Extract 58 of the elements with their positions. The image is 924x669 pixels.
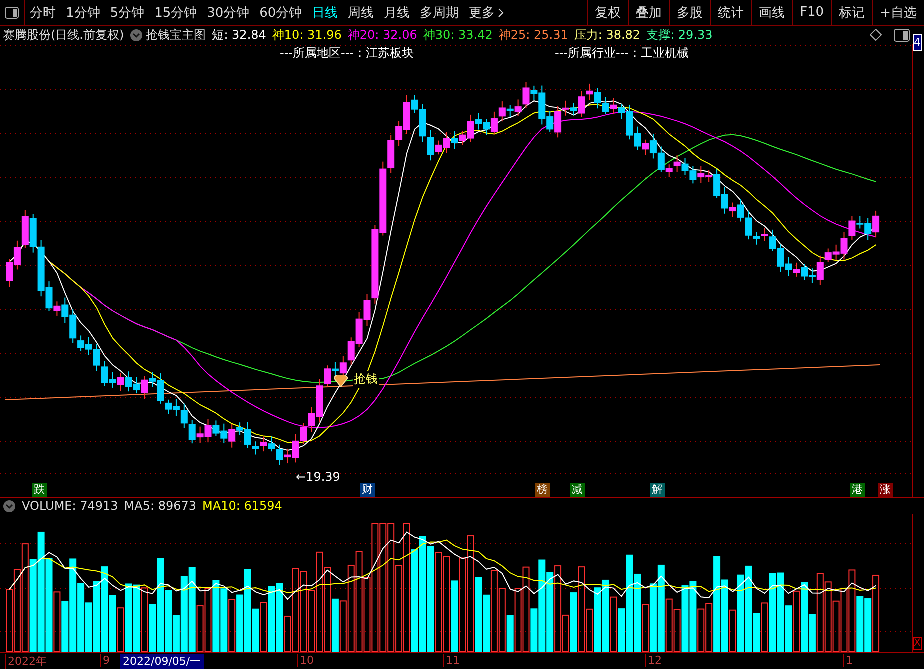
dropdown-icon[interactable]: [3, 500, 16, 512]
period-tab[interactable]: 分时: [25, 0, 61, 25]
date-label: 12: [645, 654, 662, 667]
period-tab[interactable]: 15分钟: [150, 0, 202, 25]
period-tab[interactable]: 5分钟: [105, 0, 150, 25]
dropdown-icon[interactable]: [130, 28, 144, 42]
indicator-value: 神20: 32.06: [348, 26, 418, 44]
toolbar-button[interactable]: 画线: [751, 0, 792, 25]
volume-label: VOLUME: 74913: [22, 499, 118, 513]
indicator-value: 压力: 38.82: [574, 26, 641, 44]
toolbar-button[interactable]: 标记: [831, 0, 872, 25]
event-tag[interactable]: 港: [850, 483, 865, 497]
date-label: 2022年: [5, 654, 47, 669]
event-tag[interactable]: 财: [360, 483, 375, 497]
diamond-icon: [334, 375, 348, 387]
date-label: 11: [443, 654, 460, 667]
indicator-name: 抢钱宝主图: [146, 26, 206, 44]
period-tab[interactable]: 日线: [307, 0, 344, 25]
region-label: ---所属地区---：江苏板块: [280, 45, 414, 62]
toolbar-button[interactable]: 复权: [587, 0, 628, 25]
indicator-value: 神30: 33.42: [423, 26, 493, 44]
panel-toggle-icon[interactable]: [894, 28, 910, 42]
cursor-date: 2022/09/05/一: [120, 654, 204, 669]
event-tag[interactable]: 榜: [535, 483, 550, 497]
diamond-icon[interactable]: [870, 29, 882, 41]
toolbar-button[interactable]: 统计: [710, 0, 752, 25]
volume-ma5: MA5: 89673: [124, 499, 197, 513]
period-tab[interactable]: 60分钟: [254, 0, 308, 25]
indicator-value: 短: 32.84: [212, 26, 266, 44]
toolbar-button[interactable]: F10: [792, 0, 832, 25]
period-tab[interactable]: 周线: [343, 0, 380, 25]
signal-label: 抢钱: [353, 371, 379, 388]
period-tab[interactable]: 多周期: [415, 0, 464, 25]
date-label: 10: [297, 654, 314, 667]
date-label: 1: [843, 654, 853, 667]
industry-label: ---所属行业---：工业机械: [555, 45, 689, 62]
close-button[interactable]: X: [913, 637, 922, 650]
period-tab[interactable]: 更多: [464, 0, 510, 25]
toolbar-button[interactable]: 多股: [669, 0, 710, 25]
volume-ma10: MA10: 61594: [202, 499, 282, 513]
price-tag: 4: [913, 34, 922, 51]
indicator-value: 神25: 25.31: [498, 26, 568, 44]
period-tab[interactable]: 月线: [379, 0, 416, 25]
event-tag[interactable]: 减: [570, 483, 585, 497]
period-tab[interactable]: 30分钟: [202, 0, 255, 25]
event-tag[interactable]: 跌: [32, 483, 47, 497]
event-tag[interactable]: 解: [650, 483, 665, 497]
indicator-value: 神10: 31.96: [272, 26, 342, 44]
panel-toggle-icon[interactable]: [5, 6, 19, 18]
indicator-value: 支撑: 29.33: [646, 26, 713, 44]
period-tab[interactable]: 1分钟: [61, 0, 106, 25]
low-price-label: ←19.39: [296, 470, 340, 484]
event-tag[interactable]: 涨: [878, 483, 893, 497]
toolbar-button[interactable]: +自选: [872, 0, 924, 25]
date-label: 9: [100, 654, 110, 667]
chevron-icon: [498, 8, 504, 18]
toolbar-button[interactable]: 叠加: [628, 0, 670, 25]
stock-title: 赛腾股份(日线.前复权): [3, 26, 124, 44]
